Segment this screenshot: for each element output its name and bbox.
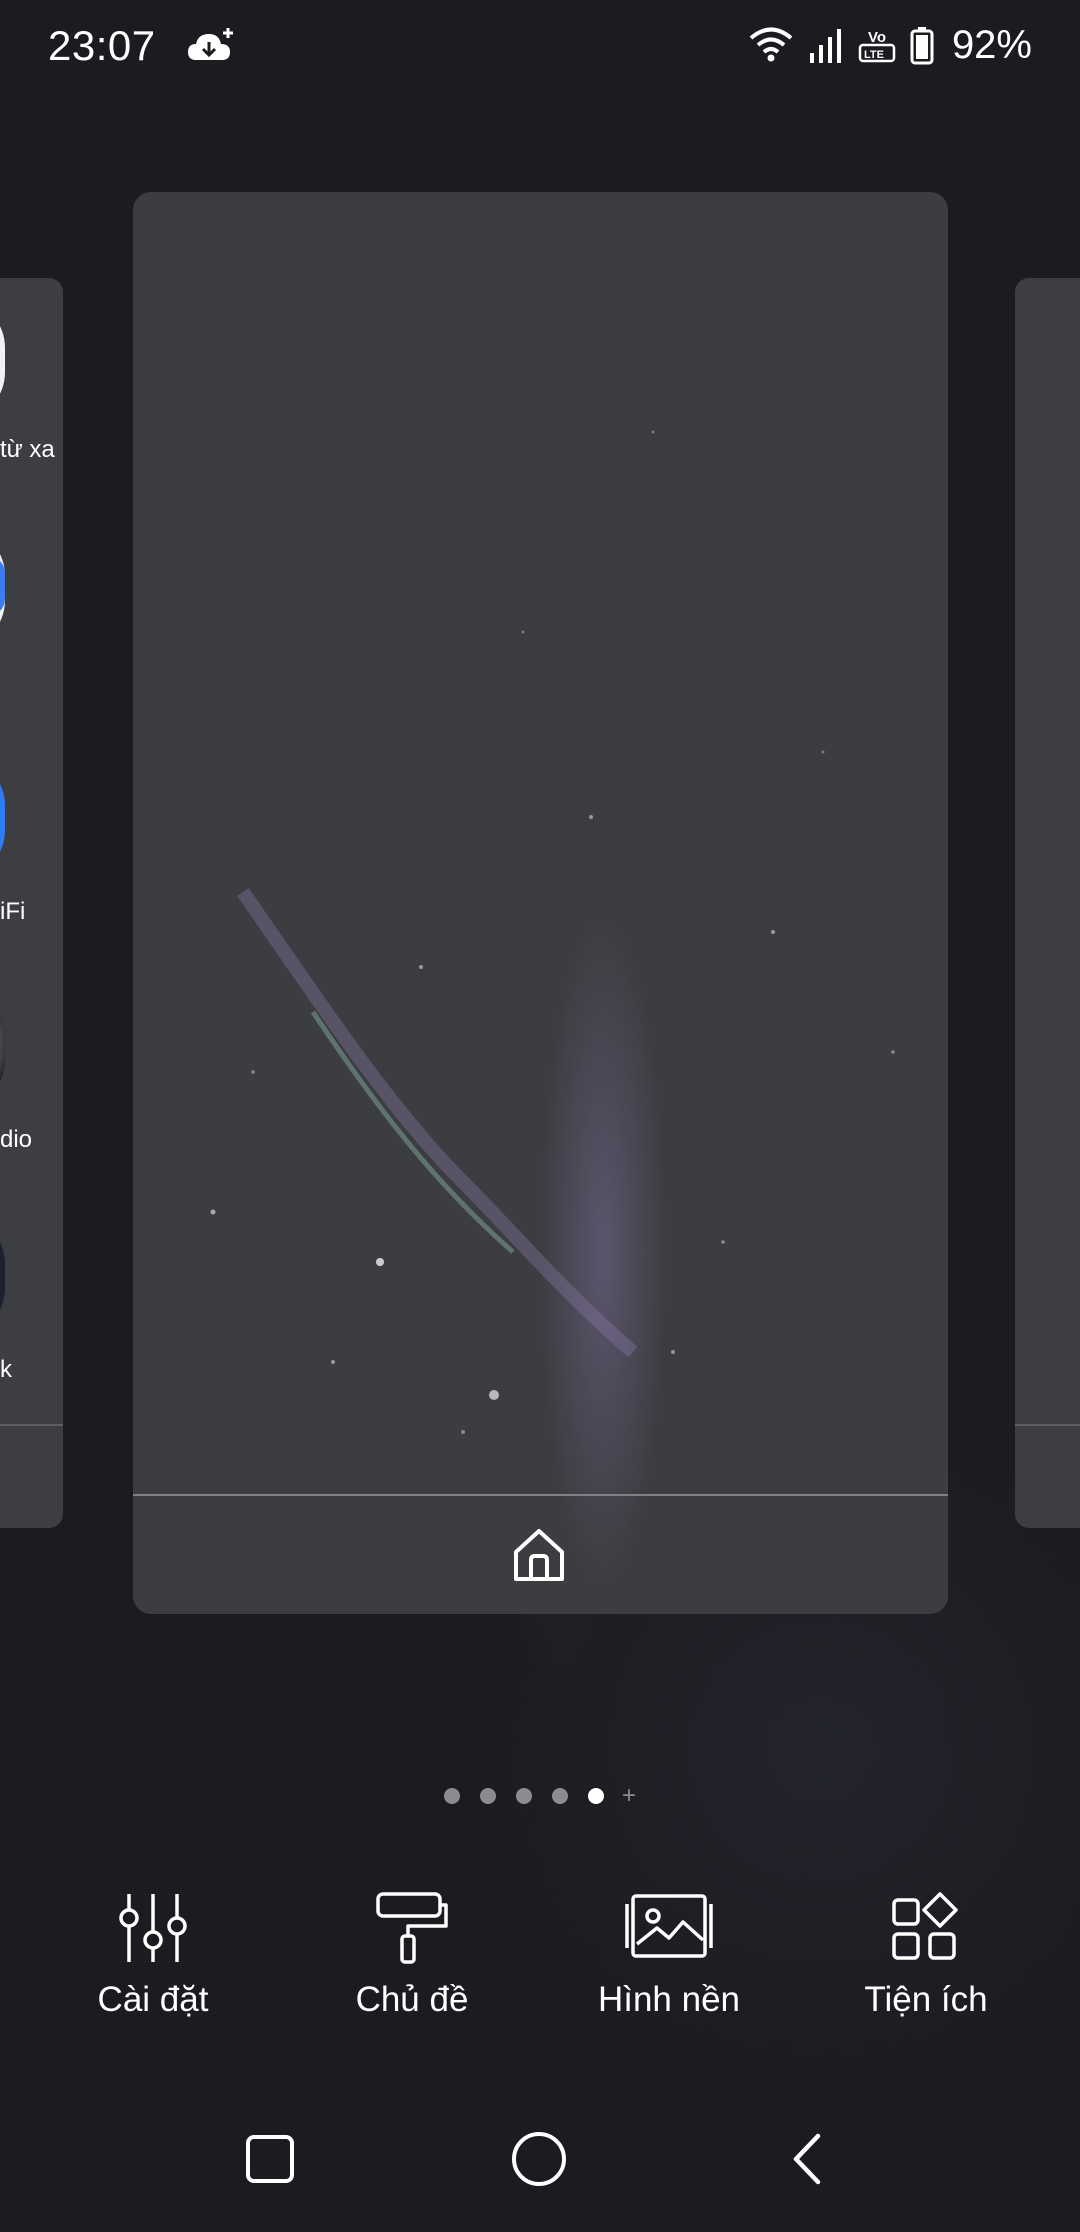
signal-icon: [809, 29, 841, 63]
status-bar: 23:07 Vo LTE 92%: [0, 0, 1080, 95]
home-edit-actions: Cài đặt Chủ đề Hình nền Tiện ích: [0, 1890, 1080, 2040]
wallpaper-button[interactable]: Hình nền: [559, 1890, 779, 2020]
navigation-bar: [0, 2110, 1080, 2210]
app-label-dark: k: [0, 1356, 12, 1383]
dock-divider: [0, 1424, 63, 1426]
dock-divider: [1015, 1424, 1080, 1426]
page-dot[interactable]: [443, 1788, 460, 1804]
home-icon[interactable]: [511, 2131, 567, 2187]
battery-percentage: 92%: [951, 22, 1032, 67]
home-page-preview[interactable]: [133, 192, 948, 1614]
battery-icon: [910, 27, 934, 65]
page-dot[interactable]: [551, 1788, 568, 1804]
recents-icon[interactable]: [245, 2134, 295, 2184]
settings-button[interactable]: Cài đặt: [43, 1890, 263, 2020]
volte-icon: Vo LTE: [858, 29, 896, 63]
app-icon-radio[interactable]: [0, 988, 5, 1108]
app-icon-wifi[interactable]: [0, 758, 5, 878]
cloud-download-icon: [188, 28, 233, 60]
paint-roller-icon: [376, 1892, 448, 1964]
app-label-radio: dio: [0, 1126, 33, 1153]
wallpaper-label: Hình nền: [597, 1980, 741, 2019]
page-dot-active[interactable]: [587, 1788, 604, 1804]
app-icon-dark[interactable]: [0, 1216, 5, 1336]
app-label-wifi: iFi: [0, 898, 26, 925]
page-dot[interactable]: [479, 1788, 496, 1804]
app-icon-blue-dots[interactable]: [0, 528, 5, 648]
right-page-preview[interactable]: [1015, 278, 1080, 1528]
widgets-label: Tiện ích: [864, 1980, 988, 2019]
wifi-icon: [749, 27, 793, 62]
wallpaper-icon: [625, 1894, 713, 1958]
status-icons: Vo LTE 92%: [748, 20, 1032, 70]
app-icon-remote[interactable]: [0, 300, 5, 420]
themes-label: Chủ đề: [355, 1980, 469, 2019]
themes-button[interactable]: Chủ đề: [302, 1890, 522, 2020]
sliders-icon: [119, 1894, 187, 1962]
widgets-button[interactable]: Tiện ích: [816, 1890, 1036, 2020]
back-icon[interactable]: [790, 2132, 824, 2186]
widgets-icon: [892, 1892, 958, 1960]
add-page-icon[interactable]: +: [622, 1784, 636, 1808]
status-time: 23:07: [48, 22, 156, 69]
page-dot[interactable]: [515, 1788, 532, 1804]
dock-divider: [133, 1494, 948, 1496]
volte-bottom-text: LTE: [864, 49, 884, 61]
left-page-preview[interactable]: từ xa iFi dio k: [0, 278, 63, 1528]
app-label-remote: từ xa: [0, 436, 55, 463]
page-indicator[interactable]: +: [0, 1784, 1080, 1808]
home-page-set-default-icon[interactable]: [510, 1526, 568, 1584]
wallpaper-stars: [210, 430, 895, 1434]
volte-top-text: Vo: [868, 29, 886, 46]
settings-label: Cài đặt: [97, 1980, 209, 2019]
